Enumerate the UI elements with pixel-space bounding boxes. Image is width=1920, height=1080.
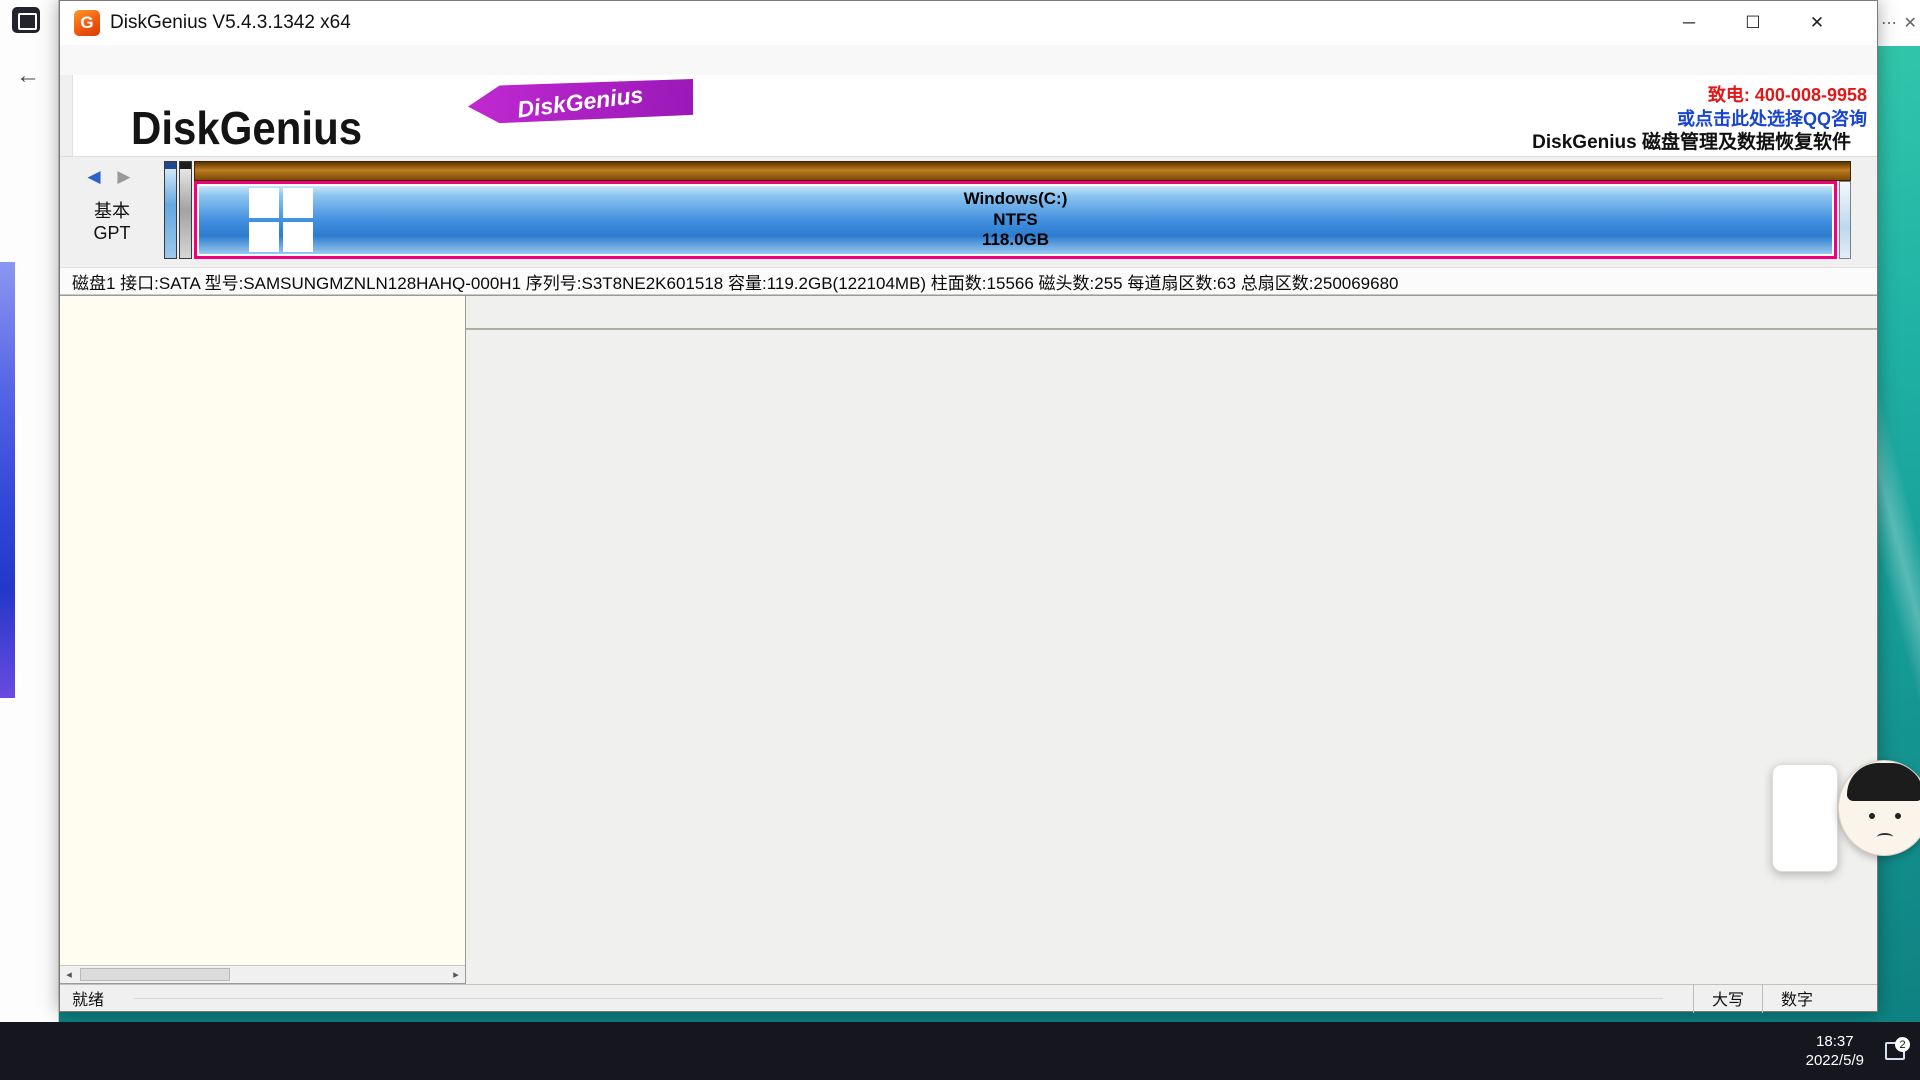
partition-fs: NTFS [964, 210, 1068, 231]
promo-banner[interactable]: DiskGenius DiskGenius 致电: 400-008-9958 或… [72, 75, 1877, 156]
scrollbar-thumb[interactable] [80, 968, 230, 981]
tab-strip [466, 296, 1877, 328]
banner-phone: 致电: 400-008-9958 [1708, 81, 1867, 107]
background-window-controls: ⋯ ✕ [1878, 0, 1920, 46]
title-bar: DiskGenius V5.4.3.1342 x64 ─ ☐ ✕ [60, 1, 1877, 45]
caps-indicator: 大写 [1693, 983, 1762, 1013]
disk-header-band [194, 161, 1851, 181]
windows-c-partition-block[interactable]: Windows(C:) NTFS 118.0GB [194, 181, 1837, 259]
background-app-icon [12, 7, 40, 33]
scroll-right-arrow[interactable]: ▸ [447, 966, 465, 983]
window-title: DiskGenius V5.4.3.1342 x64 [110, 12, 351, 34]
msr-partition-block[interactable] [179, 161, 192, 259]
banner-ribbon: DiskGenius [468, 79, 693, 125]
desktop-edge: ⋯ ✕ [1878, 0, 1920, 1022]
diskgenius-window: DiskGenius V5.4.3.1342 x64 ─ ☐ ✕ DiskGen… [59, 0, 1878, 1012]
tree-horizontal-scrollbar[interactable]: ◂ ▸ [60, 965, 465, 983]
background-gradient-strip [0, 262, 15, 698]
partition-size: 118.0GB [964, 230, 1068, 251]
close-button[interactable]: ✕ [1785, 1, 1849, 45]
clock-time: 18:37 [1806, 1032, 1864, 1052]
partition-name: Windows(C:) [964, 189, 1068, 210]
next-disk-arrow[interactable]: ▶ [117, 167, 136, 186]
action-center-button[interactable]: 2 [1878, 1042, 1912, 1060]
diskgenius-logo-icon [74, 10, 100, 36]
clock-date: 2022/5/9 [1806, 1051, 1864, 1071]
disk-type-basic: 基本 [94, 197, 130, 223]
back-arrow-icon[interactable]: ← [16, 62, 40, 90]
background-window: ← [0, 0, 59, 1022]
banner-subtitle: DiskGenius 磁盘管理及数据恢复软件 [1532, 127, 1851, 154]
taskbar-clock[interactable]: 18:37 2022/5/9 [1792, 1032, 1878, 1071]
filesystem-details [466, 336, 1877, 984]
minimize-button[interactable]: ─ [1657, 1, 1721, 45]
mascot-sticker [1838, 760, 1920, 856]
ime-toolbar[interactable] [1772, 764, 1838, 872]
maximize-button[interactable]: ☐ [1721, 1, 1785, 45]
table-header [466, 328, 1877, 330]
disk-type-gpt: GPT [93, 223, 130, 244]
scroll-left-arrow[interactable]: ◂ [60, 966, 78, 983]
prev-disk-arrow[interactable]: ◀ [88, 167, 107, 186]
menu-bar [60, 45, 1877, 75]
disk-info-line: 磁盘1 接口:SATA 型号:SAMSUNGMZNLN128HAHQ-000H1… [60, 267, 1877, 295]
windows-logo-icon [249, 188, 313, 252]
close-icon[interactable]: ✕ [1903, 13, 1916, 33]
disk-graph-panel: ◀ ▶ 基本 GPT Windows(C:) NTFS 118.0GB [60, 157, 1877, 267]
disk-tree-panel: ◂ ▸ [60, 295, 466, 984]
esp-partition-block[interactable] [164, 161, 177, 259]
notification-badge: 2 [1895, 1037, 1910, 1052]
toolbar: DiskGenius DiskGenius 致电: 400-008-9958 或… [60, 75, 1877, 157]
status-text: 就绪 [60, 986, 104, 1010]
partition-detail-panel [466, 295, 1877, 984]
banner-brand-text: DiskGenius [131, 104, 362, 156]
more-icon[interactable]: ⋯ [1881, 13, 1897, 33]
status-bar: 就绪 大写 数字 [60, 984, 1877, 1011]
re-tools-partition-block[interactable] [1839, 181, 1851, 259]
taskbar: 18:37 2022/5/9 2 [0, 1022, 1920, 1080]
numlock-indicator: 数字 [1762, 983, 1831, 1013]
